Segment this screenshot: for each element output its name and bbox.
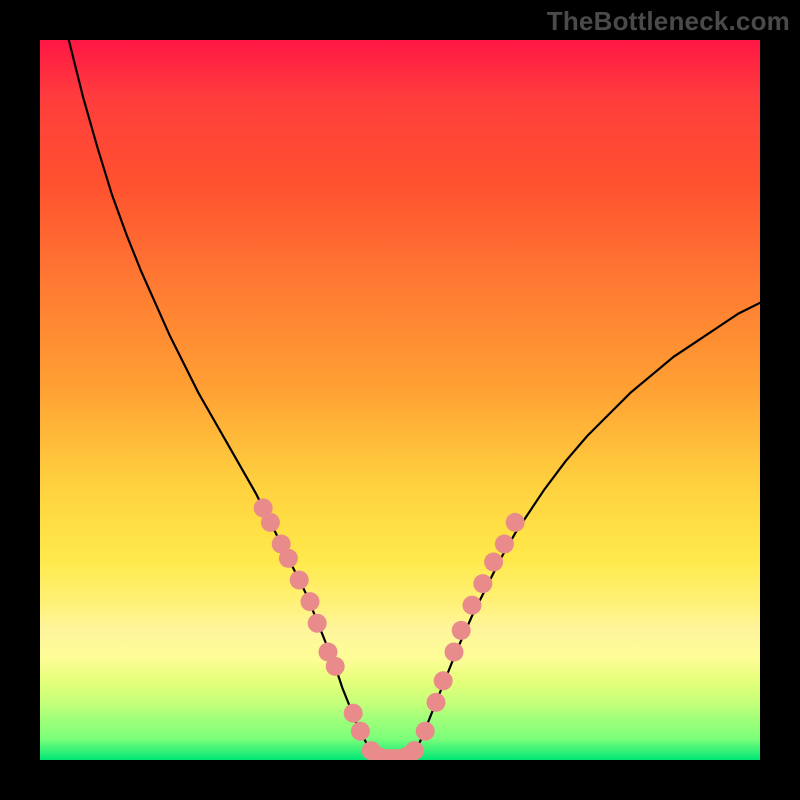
marker-dot xyxy=(261,513,280,532)
marker-dot xyxy=(434,671,453,690)
watermark-text: TheBottleneck.com xyxy=(547,6,790,37)
marker-dot xyxy=(308,614,327,633)
marker-dot xyxy=(416,722,435,741)
chart-frame: TheBottleneck.com xyxy=(0,0,800,800)
marker-dot xyxy=(279,549,298,568)
marker-dot xyxy=(301,592,320,611)
marker-dot xyxy=(344,704,363,723)
marker-dot xyxy=(290,571,309,590)
plot-area xyxy=(40,40,760,760)
marker-dot xyxy=(463,596,482,615)
marker-dot xyxy=(445,643,464,662)
marker-group xyxy=(254,499,525,761)
marker-dot xyxy=(495,535,514,554)
marker-dot xyxy=(473,574,492,593)
marker-dot xyxy=(326,657,345,676)
bottleneck-curve xyxy=(69,40,760,760)
curve-layer xyxy=(40,40,760,760)
marker-dot xyxy=(427,693,446,712)
marker-dot xyxy=(484,553,503,572)
marker-dot xyxy=(405,741,424,760)
marker-dot xyxy=(351,722,370,741)
marker-dot xyxy=(506,513,525,532)
marker-dot xyxy=(452,621,471,640)
